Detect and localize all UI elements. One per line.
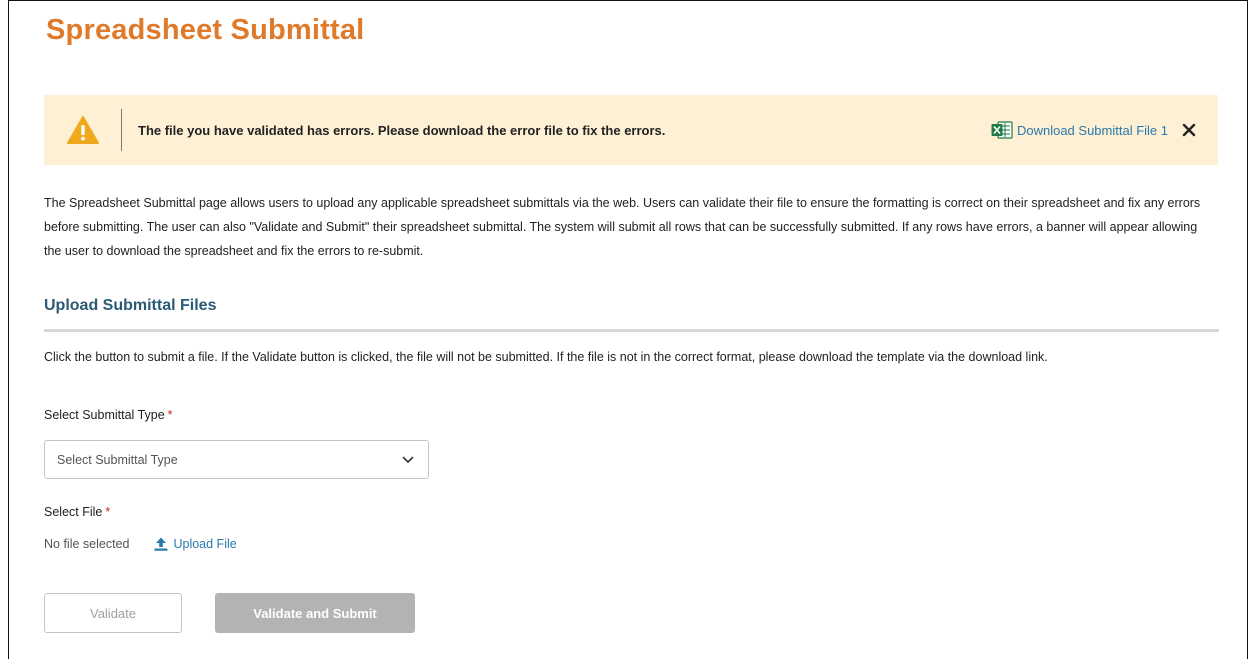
validate-button[interactable]: Validate — [44, 593, 182, 633]
page-title: Spreadsheet Submittal — [46, 14, 365, 46]
submittal-type-select[interactable]: Select Submittal Type — [44, 440, 429, 479]
file-row: No file selected Upload File — [44, 536, 237, 552]
upload-file-label: Upload File — [173, 537, 237, 551]
file-status: No file selected — [44, 537, 130, 551]
submittal-type-placeholder: Select Submittal Type — [57, 452, 178, 467]
validate-and-submit-button[interactable]: Validate and Submit — [215, 593, 415, 633]
section-title-upload: Upload Submittal Files — [44, 297, 217, 314]
download-submittal-file-link[interactable]: Download Submittal File 1 — [1017, 123, 1168, 138]
section-divider — [44, 329, 1219, 332]
intro-text: The Spreadsheet Submittal page allows us… — [44, 196, 1201, 258]
upload-instructions: Click the button to submit a file. If th… — [44, 350, 1048, 364]
excel-file-icon — [991, 120, 1013, 140]
chevron-down-icon — [402, 456, 414, 464]
close-icon[interactable] — [1182, 123, 1196, 137]
select-file-label-text: Select File — [44, 505, 103, 519]
required-mark: * — [167, 408, 173, 422]
required-mark: * — [105, 505, 111, 519]
error-banner: The file you have validated has errors. … — [44, 95, 1218, 165]
banner-actions: Download Submittal File 1 — [991, 120, 1196, 140]
upload-file-button[interactable]: Upload File — [153, 536, 237, 552]
banner-divider — [121, 109, 122, 151]
warning-icon — [65, 114, 101, 146]
banner-message: The file you have validated has errors. … — [138, 122, 666, 138]
submittal-type-label: Select Submittal Type * — [44, 408, 173, 422]
submittal-type-label-text: Select Submittal Type — [44, 408, 165, 422]
upload-icon — [153, 536, 169, 552]
select-file-label: Select File * — [44, 505, 110, 519]
